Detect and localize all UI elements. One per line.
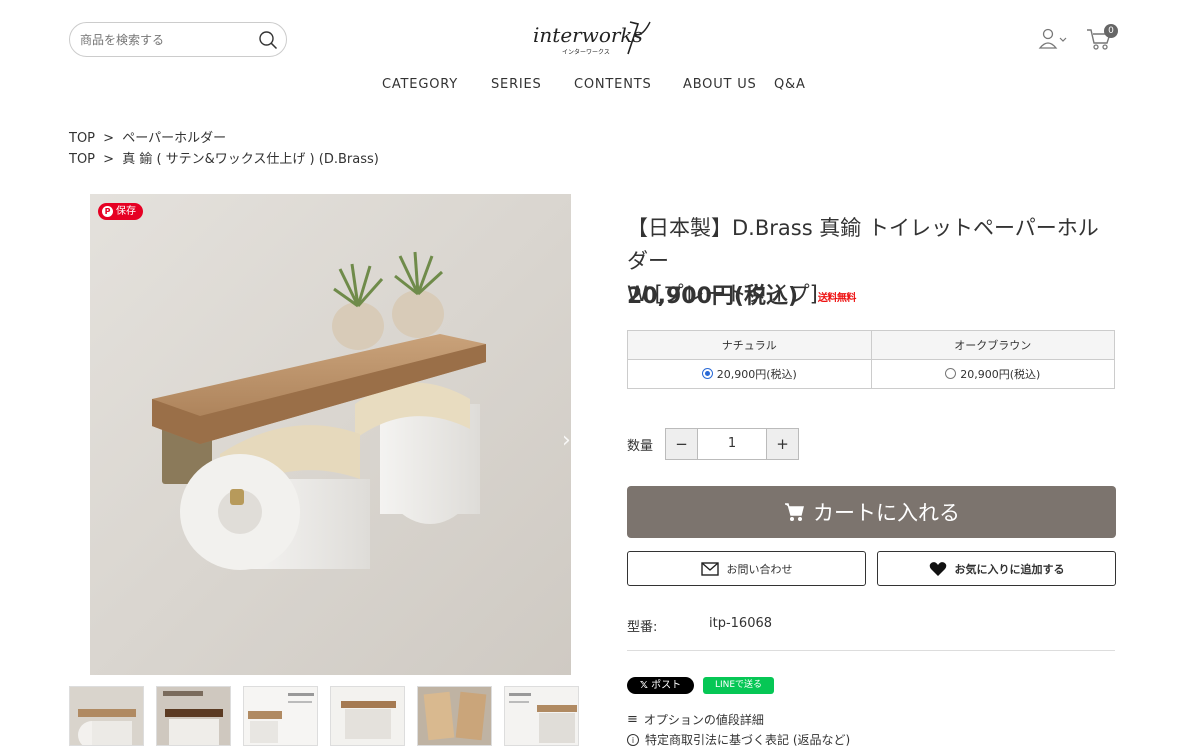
account-icon[interactable] — [1038, 28, 1068, 50]
quantity-label: 数量 — [627, 439, 654, 454]
thumbnail[interactable] — [69, 686, 144, 746]
model-number-label: 型番: — [627, 620, 658, 635]
nav-category[interactable]: CATEGORY — [382, 77, 458, 92]
add-to-favorites-button[interactable]: お気に入りに追加する — [877, 551, 1116, 586]
variant-price: 20,900円(税込) — [960, 368, 1041, 381]
svg-text:インターワークス: インターワークス — [562, 48, 610, 56]
inquiry-button[interactable]: お問い合わせ — [627, 551, 866, 586]
pinterest-save-label: 保存 — [116, 206, 136, 217]
variant-header: ナチュラル — [627, 330, 872, 360]
search-box[interactable] — [69, 22, 287, 57]
product-photo — [90, 194, 571, 675]
x-share-button[interactable]: 𝕏 ポスト — [627, 677, 694, 694]
thumbnail[interactable] — [417, 686, 492, 746]
nav-qa[interactable]: Q&A — [774, 77, 806, 92]
list-icon: ≡ — [627, 712, 638, 727]
inquiry-label: お問い合わせ — [726, 562, 793, 576]
variant-price: 20,900円(税込) — [716, 368, 797, 381]
variant-table: ナチュラル オークブラウン 20,900円(税込) 20,900円(税込) — [627, 330, 1115, 389]
quantity-input[interactable]: 1 — [697, 429, 767, 459]
search-icon[interactable] — [258, 30, 278, 50]
breadcrumb-row: TOP > ペーパーホルダー — [69, 128, 383, 149]
quantity-plus-button[interactable]: + — [767, 429, 798, 459]
mail-icon — [700, 561, 719, 576]
line-share-button[interactable]: LINEで送る — [703, 677, 774, 694]
pinterest-icon: P — [102, 206, 113, 217]
gallery-next-arrow-icon[interactable]: › — [562, 428, 571, 453]
product-main-image[interactable] — [90, 194, 571, 675]
site-header: interworks インターワークス 0 CATEGORY SERIES CO… — [0, 0, 1200, 110]
option-price-detail-label: オプションの値段詳細 — [643, 713, 764, 727]
breadcrumb-top-link[interactable]: TOP — [69, 131, 95, 146]
nav-contents[interactable]: CONTENTS — [574, 77, 652, 92]
nav-about-us[interactable]: ABOUT US — [683, 77, 757, 92]
radio-selected-icon[interactable] — [701, 368, 713, 379]
search-input[interactable] — [80, 32, 240, 47]
quantity-stepper: − 1 + — [665, 428, 799, 460]
breadcrumb-category-link[interactable]: ペーパーホルダー — [122, 131, 226, 146]
add-to-cart-button[interactable]: カートに入れる — [627, 486, 1116, 538]
variant-header: オークブラウン — [870, 330, 1115, 360]
breadcrumb-row: TOP > 真 鍮 ( サテン&ワックス仕上げ ) (D.Brass) — [69, 149, 383, 170]
cart-icon — [785, 503, 804, 521]
thumbnail[interactable] — [330, 686, 405, 746]
pinterest-save-button[interactable]: P 保存 — [98, 203, 143, 220]
breadcrumb-separator: > — [103, 131, 115, 146]
breadcrumb-separator: > — [103, 152, 115, 167]
model-number-value: itp-16068 — [709, 616, 773, 631]
free-shipping-badge: 送料無料 — [817, 293, 857, 304]
thumbnail-strip — [69, 686, 581, 746]
add-to-cart-label: カートに入れる — [813, 501, 960, 525]
thumbnail[interactable] — [156, 686, 231, 746]
heart-icon — [929, 561, 946, 576]
thumbnail[interactable] — [243, 686, 318, 746]
variant-option-natural[interactable]: 20,900円(税込) — [627, 359, 872, 389]
breadcrumb-top-link[interactable]: TOP — [69, 152, 95, 167]
product-title-line1: 【日本製】D.Brass 真鍮 トイレットペーパーホルダー — [627, 216, 1099, 273]
thumbnail[interactable] — [504, 686, 579, 746]
main-nav: CATEGORY SERIES CONTENTS ABOUT US Q&A — [0, 77, 1200, 97]
site-logo[interactable]: interworks インターワークス — [530, 18, 655, 60]
option-price-detail-link[interactable]: ≡ オプションの値段詳細 — [627, 711, 764, 728]
favorites-label: お気に入りに追加する — [954, 562, 1065, 576]
svg-text:interworks: interworks — [533, 23, 643, 47]
breadcrumb-series-link[interactable]: 真 鍮 ( サテン&ワックス仕上げ ) (D.Brass) — [122, 152, 379, 167]
breadcrumb: TOP > ペーパーホルダー TOP > 真 鍮 ( サテン&ワックス仕上げ )… — [69, 128, 383, 170]
x-logo-icon: 𝕏 — [639, 680, 648, 691]
product-price: 20,900円(税込) — [627, 284, 799, 309]
quantity-minus-button[interactable]: − — [666, 429, 697, 459]
cart-count-badge: 0 — [1104, 24, 1118, 38]
radio-unselected-icon[interactable] — [945, 368, 957, 379]
x-share-label: ポスト — [651, 680, 682, 691]
divider — [627, 650, 1115, 651]
variant-option-oak-brown[interactable]: 20,900円(税込) — [870, 359, 1115, 389]
gallery-prev-arrow-icon[interactable]: ‹ — [82, 428, 91, 453]
nav-series[interactable]: SERIES — [491, 77, 542, 92]
